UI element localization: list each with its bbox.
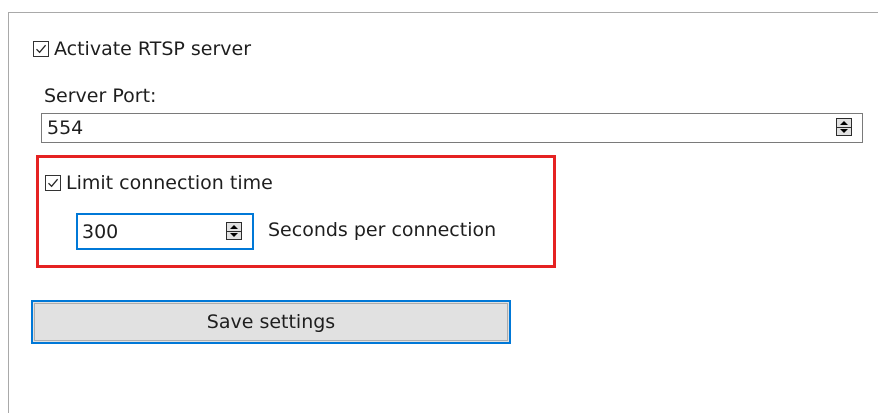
down-arrow-icon[interactable] bbox=[837, 126, 851, 136]
activate-rtsp-label: Activate RTSP server bbox=[54, 38, 252, 60]
server-port-label: Server Port: bbox=[44, 85, 157, 107]
server-port-spinner[interactable] bbox=[836, 118, 852, 136]
save-settings-label: Save settings bbox=[206, 311, 336, 333]
up-arrow-icon[interactable] bbox=[837, 119, 851, 127]
limit-connection-label: Limit connection time bbox=[66, 172, 273, 194]
seconds-spinner[interactable] bbox=[226, 222, 242, 240]
checkmark-icon bbox=[36, 44, 47, 54]
checkmark-icon bbox=[48, 178, 59, 188]
limit-connection-row[interactable]: Limit connection time bbox=[45, 172, 273, 194]
down-arrow-icon[interactable] bbox=[227, 230, 241, 240]
seconds-per-connection-label: Seconds per connection bbox=[268, 219, 497, 241]
limit-connection-checkbox[interactable] bbox=[45, 175, 61, 191]
activate-rtsp-row[interactable]: Activate RTSP server bbox=[33, 38, 251, 60]
server-port-input[interactable] bbox=[41, 113, 863, 143]
up-arrow-icon[interactable] bbox=[227, 223, 241, 231]
activate-rtsp-checkbox[interactable] bbox=[33, 41, 49, 57]
save-settings-button[interactable]: Save settings bbox=[31, 300, 511, 344]
